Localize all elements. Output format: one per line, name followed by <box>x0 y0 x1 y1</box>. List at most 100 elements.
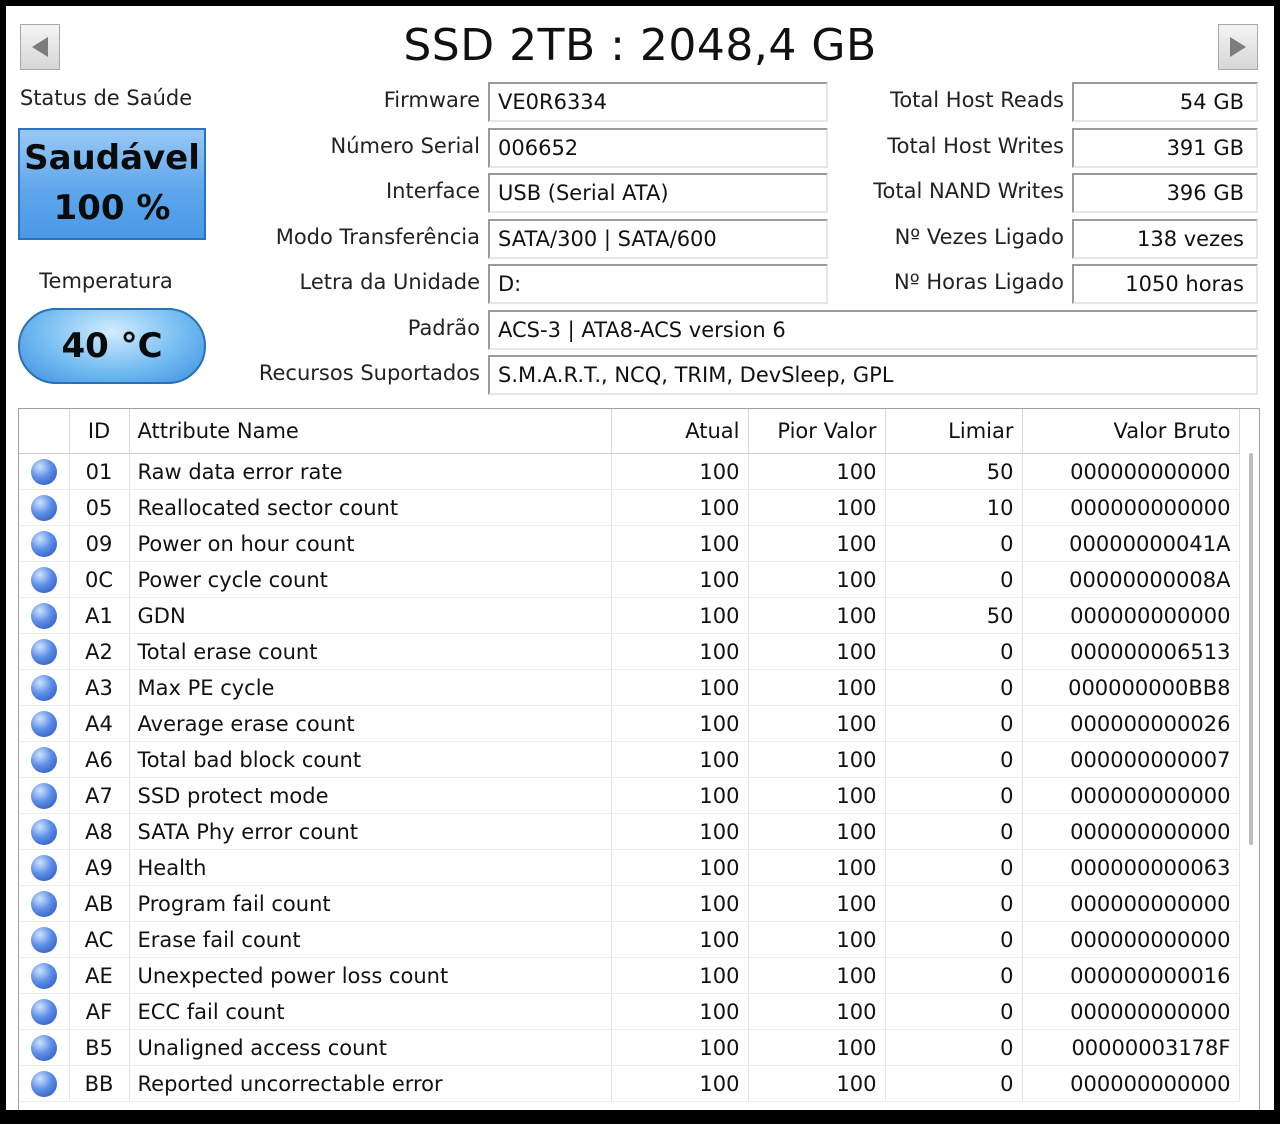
attribute-worst: 100 <box>748 993 886 1030</box>
attribute-raw-value: 000000000000 <box>1022 921 1240 958</box>
attribute-current: 100 <box>611 561 749 598</box>
status-icon-cell <box>19 993 70 1030</box>
status-icon-cell <box>19 957 70 994</box>
table-row[interactable]: AC Erase fail count 100 100 0 000000000000 <box>19 921 1240 958</box>
interface-field: USB (Serial ATA) <box>488 173 828 213</box>
standard-label: Padrão <box>407 316 480 340</box>
smart-attributes-table[interactable]: ID Attribute Name Atual Pior Valor Limia… <box>18 408 1260 1110</box>
arrow-right-icon <box>1230 37 1246 57</box>
attribute-name: Erase fail count <box>129 921 612 958</box>
column-header-status[interactable] <box>19 409 70 454</box>
blue-circle-icon <box>30 638 57 665</box>
scrollbar-thumb[interactable] <box>1249 453 1253 845</box>
health-percent-text: 100 % <box>53 188 171 228</box>
attribute-raw-value: 000000000063 <box>1022 849 1240 886</box>
status-icon-cell <box>19 561 70 598</box>
attribute-id: A3 <box>69 669 130 706</box>
table-row[interactable]: 01 Raw data error rate 100 100 50 00000000000… <box>19 453 1240 490</box>
table-row[interactable]: A3 Max PE cycle 100 100 0 000000000BB8 <box>19 669 1240 706</box>
attribute-worst: 100 <box>748 633 886 670</box>
table-row[interactable]: 05 Reallocated sector count 100 100 10 000000… <box>19 489 1240 526</box>
attribute-worst: 100 <box>748 1029 886 1066</box>
table-row[interactable]: 09 Power on hour count 100 100 0 00000000041A <box>19 525 1240 562</box>
status-icon-cell <box>19 777 70 814</box>
column-header-raw-value[interactable]: Valor Bruto <box>1022 409 1240 454</box>
column-header-threshold[interactable]: Limiar <box>885 409 1023 454</box>
status-icon-cell <box>19 921 70 958</box>
table-scrollbar[interactable] <box>1241 445 1259 1110</box>
column-header-current[interactable]: Atual <box>611 409 749 454</box>
attribute-worst: 100 <box>748 921 886 958</box>
blue-circle-icon <box>30 818 57 845</box>
status-icon-cell <box>19 1029 70 1066</box>
table-row[interactable]: B5 Unaligned access count 100 100 0 000000031… <box>19 1029 1240 1066</box>
table-row[interactable]: AB Program fail count 100 100 0 000000000000 <box>19 885 1240 922</box>
attribute-threshold: 0 <box>885 561 1023 598</box>
attribute-threshold: 50 <box>885 453 1023 490</box>
attribute-name: ECC fail count <box>129 993 612 1030</box>
power-on-count-field: 138 vezes <box>1072 219 1258 259</box>
table-row[interactable]: A7 SSD protect mode 100 100 0 000000000000 <box>19 777 1240 814</box>
table-row[interactable]: A6 Total bad block count 100 100 0 0000000000… <box>19 741 1240 778</box>
attribute-current: 100 <box>611 1065 749 1102</box>
temperature-badge[interactable]: 40 °C <box>18 308 206 384</box>
column-header-worst[interactable]: Pior Valor <box>748 409 886 454</box>
table-row[interactable]: A9 Health 100 100 0 000000000063 <box>19 849 1240 886</box>
attribute-worst: 100 <box>748 489 886 526</box>
disk-title: SSD 2TB : 2048,4 GB <box>403 20 877 71</box>
blue-circle-icon <box>30 710 57 737</box>
blue-circle-icon <box>30 674 57 701</box>
attribute-name: Raw data error rate <box>129 453 612 490</box>
status-icon-cell <box>19 849 70 886</box>
table-row[interactable]: AE Unexpected power loss count 100 100 0 0000… <box>19 957 1240 994</box>
table-row[interactable]: A8 SATA Phy error count 100 100 0 00000000000… <box>19 813 1240 850</box>
column-header-id[interactable]: ID <box>69 409 130 454</box>
attribute-current: 100 <box>611 669 749 706</box>
attribute-threshold: 0 <box>885 921 1023 958</box>
attribute-threshold: 0 <box>885 525 1023 562</box>
attribute-current: 100 <box>611 849 749 886</box>
status-icon-cell <box>19 669 70 706</box>
attribute-worst: 100 <box>748 705 886 742</box>
attribute-id: A4 <box>69 705 130 742</box>
attribute-raw-value: 000000006513 <box>1022 633 1240 670</box>
attribute-current: 100 <box>611 741 749 778</box>
attribute-threshold: 0 <box>885 957 1023 994</box>
status-icon-cell <box>19 885 70 922</box>
status-icon-cell <box>19 813 70 850</box>
attribute-current: 100 <box>611 705 749 742</box>
drive-letter-field: D: <box>488 264 828 304</box>
nand-writes-label: Total NAND Writes <box>873 179 1064 203</box>
attribute-current: 100 <box>611 597 749 634</box>
attribute-worst: 100 <box>748 525 886 562</box>
attribute-raw-value: 000000000000 <box>1022 777 1240 814</box>
attribute-raw-value: 000000000000 <box>1022 453 1240 490</box>
table-row[interactable]: A2 Total erase count 100 100 0 000000006513 <box>19 633 1240 670</box>
power-on-count-label: Nº Vezes Ligado <box>894 225 1064 249</box>
host-writes-field: 391 GB <box>1072 128 1258 168</box>
host-reads-label: Total Host Reads <box>890 88 1064 112</box>
attribute-raw-value: 000000000016 <box>1022 957 1240 994</box>
table-row[interactable]: A1 GDN 100 100 50 000000000000 <box>19 597 1240 634</box>
attribute-raw-value: 00000003178F <box>1022 1029 1240 1066</box>
next-disk-button[interactable] <box>1218 24 1258 70</box>
table-row[interactable]: A4 Average erase count 100 100 0 000000000026 <box>19 705 1240 742</box>
host-reads-field: 54 GB <box>1072 82 1258 122</box>
attribute-name: Program fail count <box>129 885 612 922</box>
table-row[interactable]: AF ECC fail count 100 100 0 000000000000 <box>19 993 1240 1030</box>
attribute-name: SATA Phy error count <box>129 813 612 850</box>
health-status-badge[interactable]: Saudável 100 % <box>18 128 206 240</box>
attribute-raw-value: 000000000000 <box>1022 813 1240 850</box>
attribute-current: 100 <box>611 525 749 562</box>
blue-circle-icon <box>30 782 57 809</box>
table-row[interactable]: 0C Power cycle count 100 100 0 00000000008A <box>19 561 1240 598</box>
attribute-current: 100 <box>611 489 749 526</box>
table-header-row: ID Attribute Name Atual Pior Valor Limia… <box>19 409 1240 454</box>
attribute-threshold: 10 <box>885 489 1023 526</box>
health-status-text: Saudável <box>24 138 200 178</box>
attribute-worst: 100 <box>748 453 886 490</box>
table-row[interactable]: BB Reported uncorrectable error 100 100 0 000… <box>19 1065 1240 1102</box>
attribute-worst: 100 <box>748 957 886 994</box>
column-header-attribute-name[interactable]: Attribute Name <box>129 409 612 454</box>
attribute-raw-value: 000000000000 <box>1022 489 1240 526</box>
